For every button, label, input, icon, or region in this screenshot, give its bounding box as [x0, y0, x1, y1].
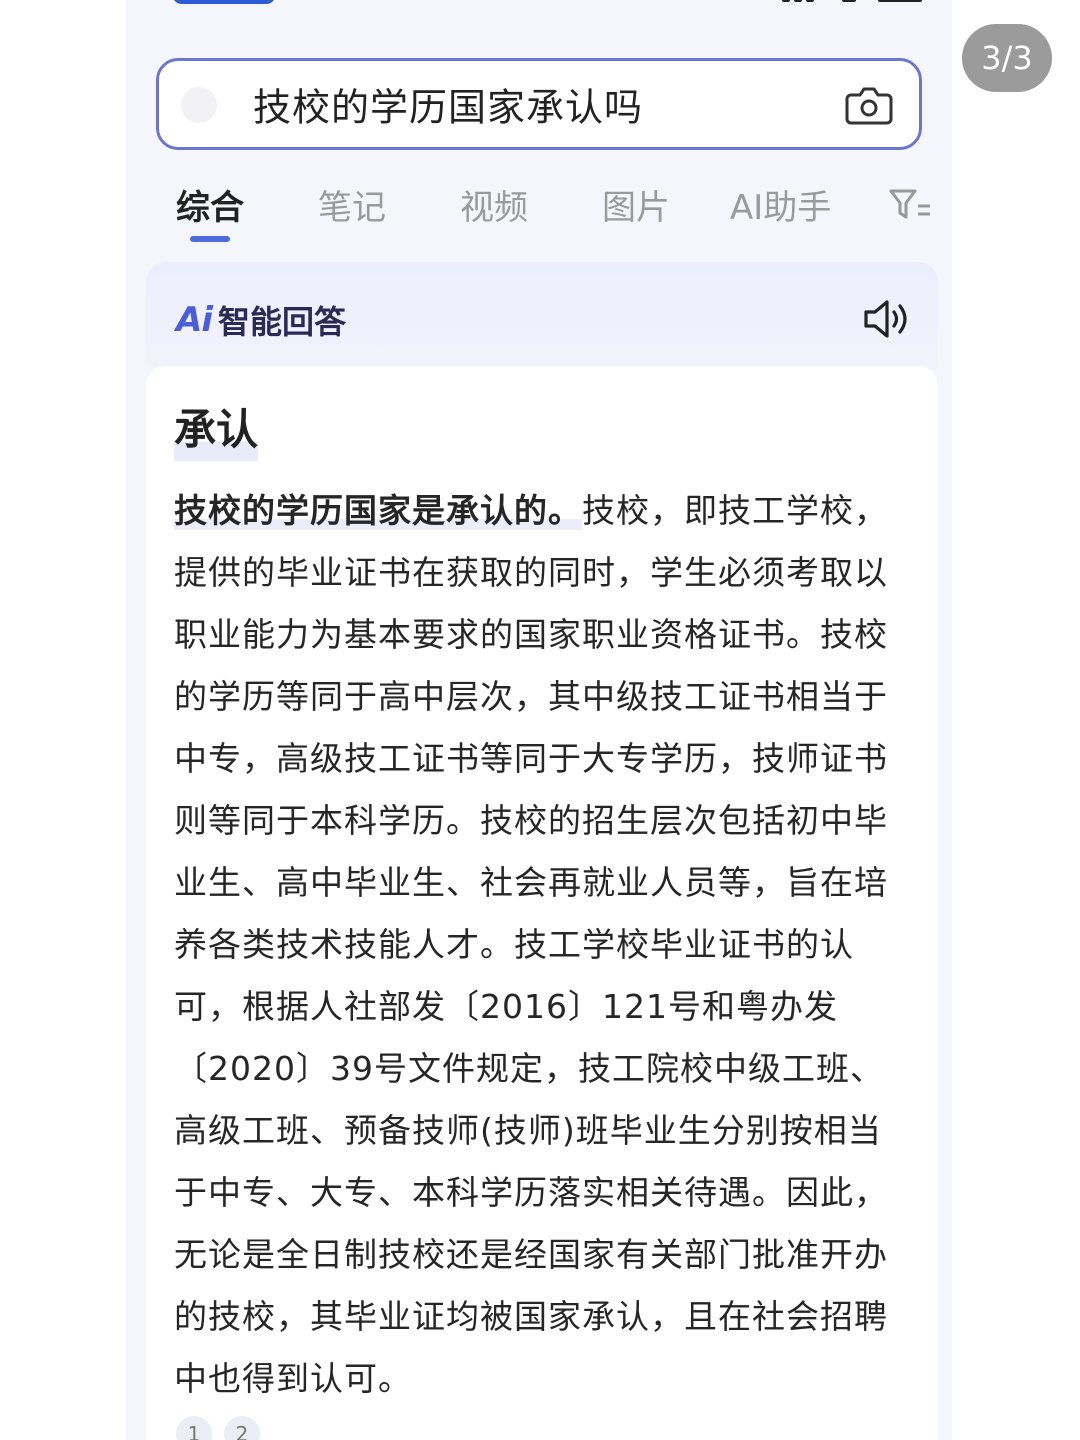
- ai-answer-card: Ai 智能回答 承认 技校的学历国家是承认的。技校，即技工学校，提供的毕业证书在…: [146, 262, 938, 1440]
- reference-list: 1 2: [176, 1416, 260, 1440]
- tab-images[interactable]: 图片: [602, 180, 670, 229]
- ai-logo: Ai: [176, 300, 213, 340]
- answer-keyword: 承认: [174, 396, 259, 461]
- status-bar-pill: [172, 0, 276, 4]
- camera-icon[interactable]: [845, 83, 893, 127]
- answer-body-text: 技校，即技工学校，提供的毕业证书在获取的同时，学生必须考取以职业能力为基本要求的…: [174, 491, 888, 1398]
- search-leading-icon: [181, 87, 217, 123]
- page-indicator: 3/3: [962, 24, 1052, 92]
- status-bar-icons: [782, 0, 922, 4]
- phone-screen: 技校的学历国家承认吗 综合 笔记 视频 图片 AI助手 Ai 智能回答 承认 技…: [126, 0, 952, 1440]
- active-tab-indicator: [190, 236, 230, 242]
- reference-badge[interactable]: 2: [224, 1416, 260, 1440]
- ai-answer-header: Ai 智能回答: [176, 298, 346, 342]
- search-query-text[interactable]: 技校的学历国家承认吗: [253, 77, 643, 132]
- search-bar[interactable]: 技校的学历国家承认吗: [156, 58, 922, 150]
- filter-icon[interactable]: [888, 186, 932, 226]
- answer-lead-sentence: 技校的学历国家是承认的。: [174, 491, 582, 530]
- tab-ai-assistant[interactable]: AI助手: [730, 180, 831, 229]
- tab-notes[interactable]: 笔记: [318, 180, 386, 229]
- result-tabs: 综合 笔记 视频 图片 AI助手: [126, 172, 952, 252]
- speaker-icon[interactable]: [862, 296, 912, 342]
- ai-answer-content: 承认 技校的学历国家是承认的。技校，即技工学校，提供的毕业证书在获取的同时，学生…: [146, 366, 938, 1440]
- tab-comprehensive[interactable]: 综合: [176, 180, 244, 229]
- answer-text: 技校的学历国家是承认的。技校，即技工学校，提供的毕业证书在获取的同时，学生必须考…: [174, 480, 904, 1410]
- ai-answer-title: 智能回答: [217, 303, 346, 341]
- reference-badge[interactable]: 1: [176, 1416, 212, 1440]
- tab-videos[interactable]: 视频: [460, 180, 528, 229]
